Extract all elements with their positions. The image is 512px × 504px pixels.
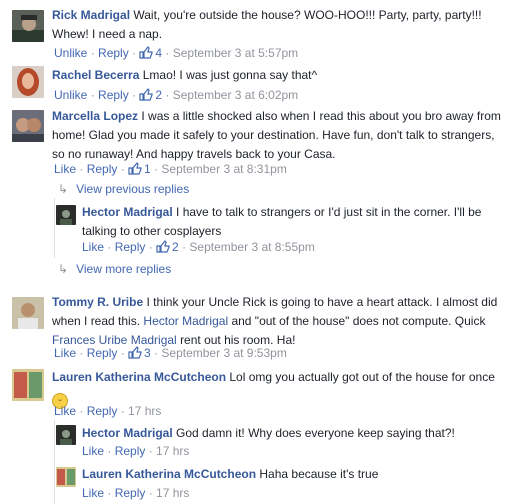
reply-link[interactable]: Reply bbox=[98, 46, 129, 60]
reply-link[interactable]: Reply bbox=[115, 486, 146, 500]
comment-actions: Like · Reply · 17 hrs bbox=[54, 404, 162, 418]
reply-link[interactable]: Reply bbox=[87, 346, 118, 360]
thumbs-up-icon bbox=[128, 346, 142, 359]
like-count[interactable]: 3 bbox=[128, 346, 151, 360]
lauren-avatar-image bbox=[56, 467, 76, 487]
comment-actions: Unlike · Reply · 4 · September 3 at 5:57… bbox=[54, 46, 299, 60]
comment-actions: Like · Reply · 17 hrs bbox=[82, 444, 190, 458]
like-count[interactable]: 4 bbox=[139, 46, 162, 60]
commenter-name[interactable]: Rachel Becerra bbox=[52, 68, 139, 82]
timestamp[interactable]: September 3 at 8:55pm bbox=[189, 240, 314, 254]
comment-actions: Like · Reply · 17 hrs bbox=[82, 486, 190, 500]
reply-link[interactable]: Reply bbox=[87, 162, 118, 176]
commenter-name[interactable]: Lauren Katherina McCutcheon bbox=[82, 467, 256, 481]
tommy-avatar-image bbox=[12, 297, 44, 329]
timestamp[interactable]: 17 hrs bbox=[156, 444, 189, 458]
reply-thread-line bbox=[54, 198, 55, 258]
avatar[interactable] bbox=[12, 297, 44, 329]
thumbs-up-icon bbox=[139, 88, 153, 101]
comment-actions: Unlike · Reply · 2 · September 3 at 6:02… bbox=[54, 88, 299, 102]
avatar[interactable] bbox=[12, 10, 44, 42]
avatar[interactable] bbox=[12, 369, 44, 401]
commenter-name[interactable]: Marcella Lopez bbox=[52, 109, 138, 123]
timestamp[interactable]: September 3 at 6:02pm bbox=[173, 88, 298, 102]
commenter-name[interactable]: Hector Madrigal bbox=[82, 205, 173, 219]
comment-actions: Like · Reply · 1 · September 3 at 8:31pm bbox=[54, 162, 287, 176]
hector-avatar-image bbox=[56, 205, 76, 225]
commenter-name[interactable]: Hector Madrigal bbox=[82, 426, 173, 440]
lauren-avatar-image bbox=[12, 369, 44, 401]
thumbs-up-icon bbox=[128, 162, 142, 175]
reply-link[interactable]: Reply bbox=[115, 444, 146, 458]
unlike-link[interactable]: Unlike bbox=[54, 46, 87, 60]
avatar[interactable] bbox=[56, 205, 76, 225]
timestamp[interactable]: September 3 at 5:57pm bbox=[173, 46, 298, 60]
comment-text: Haha because it's true bbox=[259, 467, 379, 481]
avatar[interactable] bbox=[12, 110, 44, 142]
timestamp[interactable]: 17 hrs bbox=[156, 486, 189, 500]
commenter-name[interactable]: Rick Madrigal bbox=[52, 8, 130, 22]
thumbs-up-icon bbox=[156, 240, 170, 253]
rick-avatar-image bbox=[12, 10, 44, 42]
reply-link[interactable]: Reply bbox=[98, 88, 129, 102]
tagged-user-hector[interactable]: Hector Madrigal bbox=[143, 314, 228, 328]
reply-arrow-icon: ↳ bbox=[58, 182, 69, 196]
avatar[interactable] bbox=[56, 425, 76, 445]
reply-thread-line bbox=[54, 420, 55, 504]
marcella-avatar-image bbox=[12, 110, 44, 142]
commenter-name[interactable]: Lauren Katherina McCutcheon bbox=[52, 370, 226, 384]
like-link[interactable]: Like bbox=[54, 404, 76, 418]
rachel-avatar-image bbox=[12, 66, 44, 98]
like-link[interactable]: Like bbox=[82, 240, 104, 254]
comment-actions: Like · Reply · 3 · September 3 at 9:53pm bbox=[54, 346, 287, 360]
comment-text: Lmao! I was just gonna say that^ bbox=[142, 68, 318, 82]
reply-link[interactable]: Reply bbox=[115, 240, 146, 254]
comment-text: God damn it! Why does everyone keep sayi… bbox=[176, 426, 455, 440]
like-count[interactable]: 2 bbox=[156, 240, 179, 254]
commenter-name[interactable]: Tommy R. Uribe bbox=[52, 295, 143, 309]
view-more-replies[interactable]: ↳ View more replies bbox=[58, 261, 171, 277]
view-previous-replies[interactable]: ↳ View previous replies bbox=[58, 181, 189, 197]
like-link[interactable]: Like bbox=[82, 486, 104, 500]
unlike-link[interactable]: Unlike bbox=[54, 88, 87, 102]
like-link[interactable]: Like bbox=[54, 162, 76, 176]
reply-link[interactable]: Reply bbox=[87, 404, 118, 418]
hector-avatar-image bbox=[56, 425, 76, 445]
avatar[interactable] bbox=[56, 467, 76, 487]
avatar[interactable] bbox=[12, 66, 44, 98]
like-link[interactable]: Like bbox=[54, 346, 76, 360]
comment-text: Lol omg you actually got out of the hous… bbox=[229, 370, 495, 384]
timestamp[interactable]: September 3 at 9:53pm bbox=[161, 346, 286, 360]
reply-arrow-icon: ↳ bbox=[58, 262, 69, 276]
thumbs-up-icon bbox=[139, 46, 153, 59]
like-count[interactable]: 1 bbox=[128, 162, 151, 176]
comment-text-middle: and "out of the house" does not compute.… bbox=[231, 314, 486, 328]
timestamp[interactable]: September 3 at 8:31pm bbox=[161, 162, 286, 176]
timestamp[interactable]: 17 hrs bbox=[128, 404, 161, 418]
like-count[interactable]: 2 bbox=[139, 88, 162, 102]
comment-actions: Like · Reply · 2 · September 3 at 8:55pm bbox=[82, 240, 315, 254]
like-link[interactable]: Like bbox=[82, 444, 104, 458]
